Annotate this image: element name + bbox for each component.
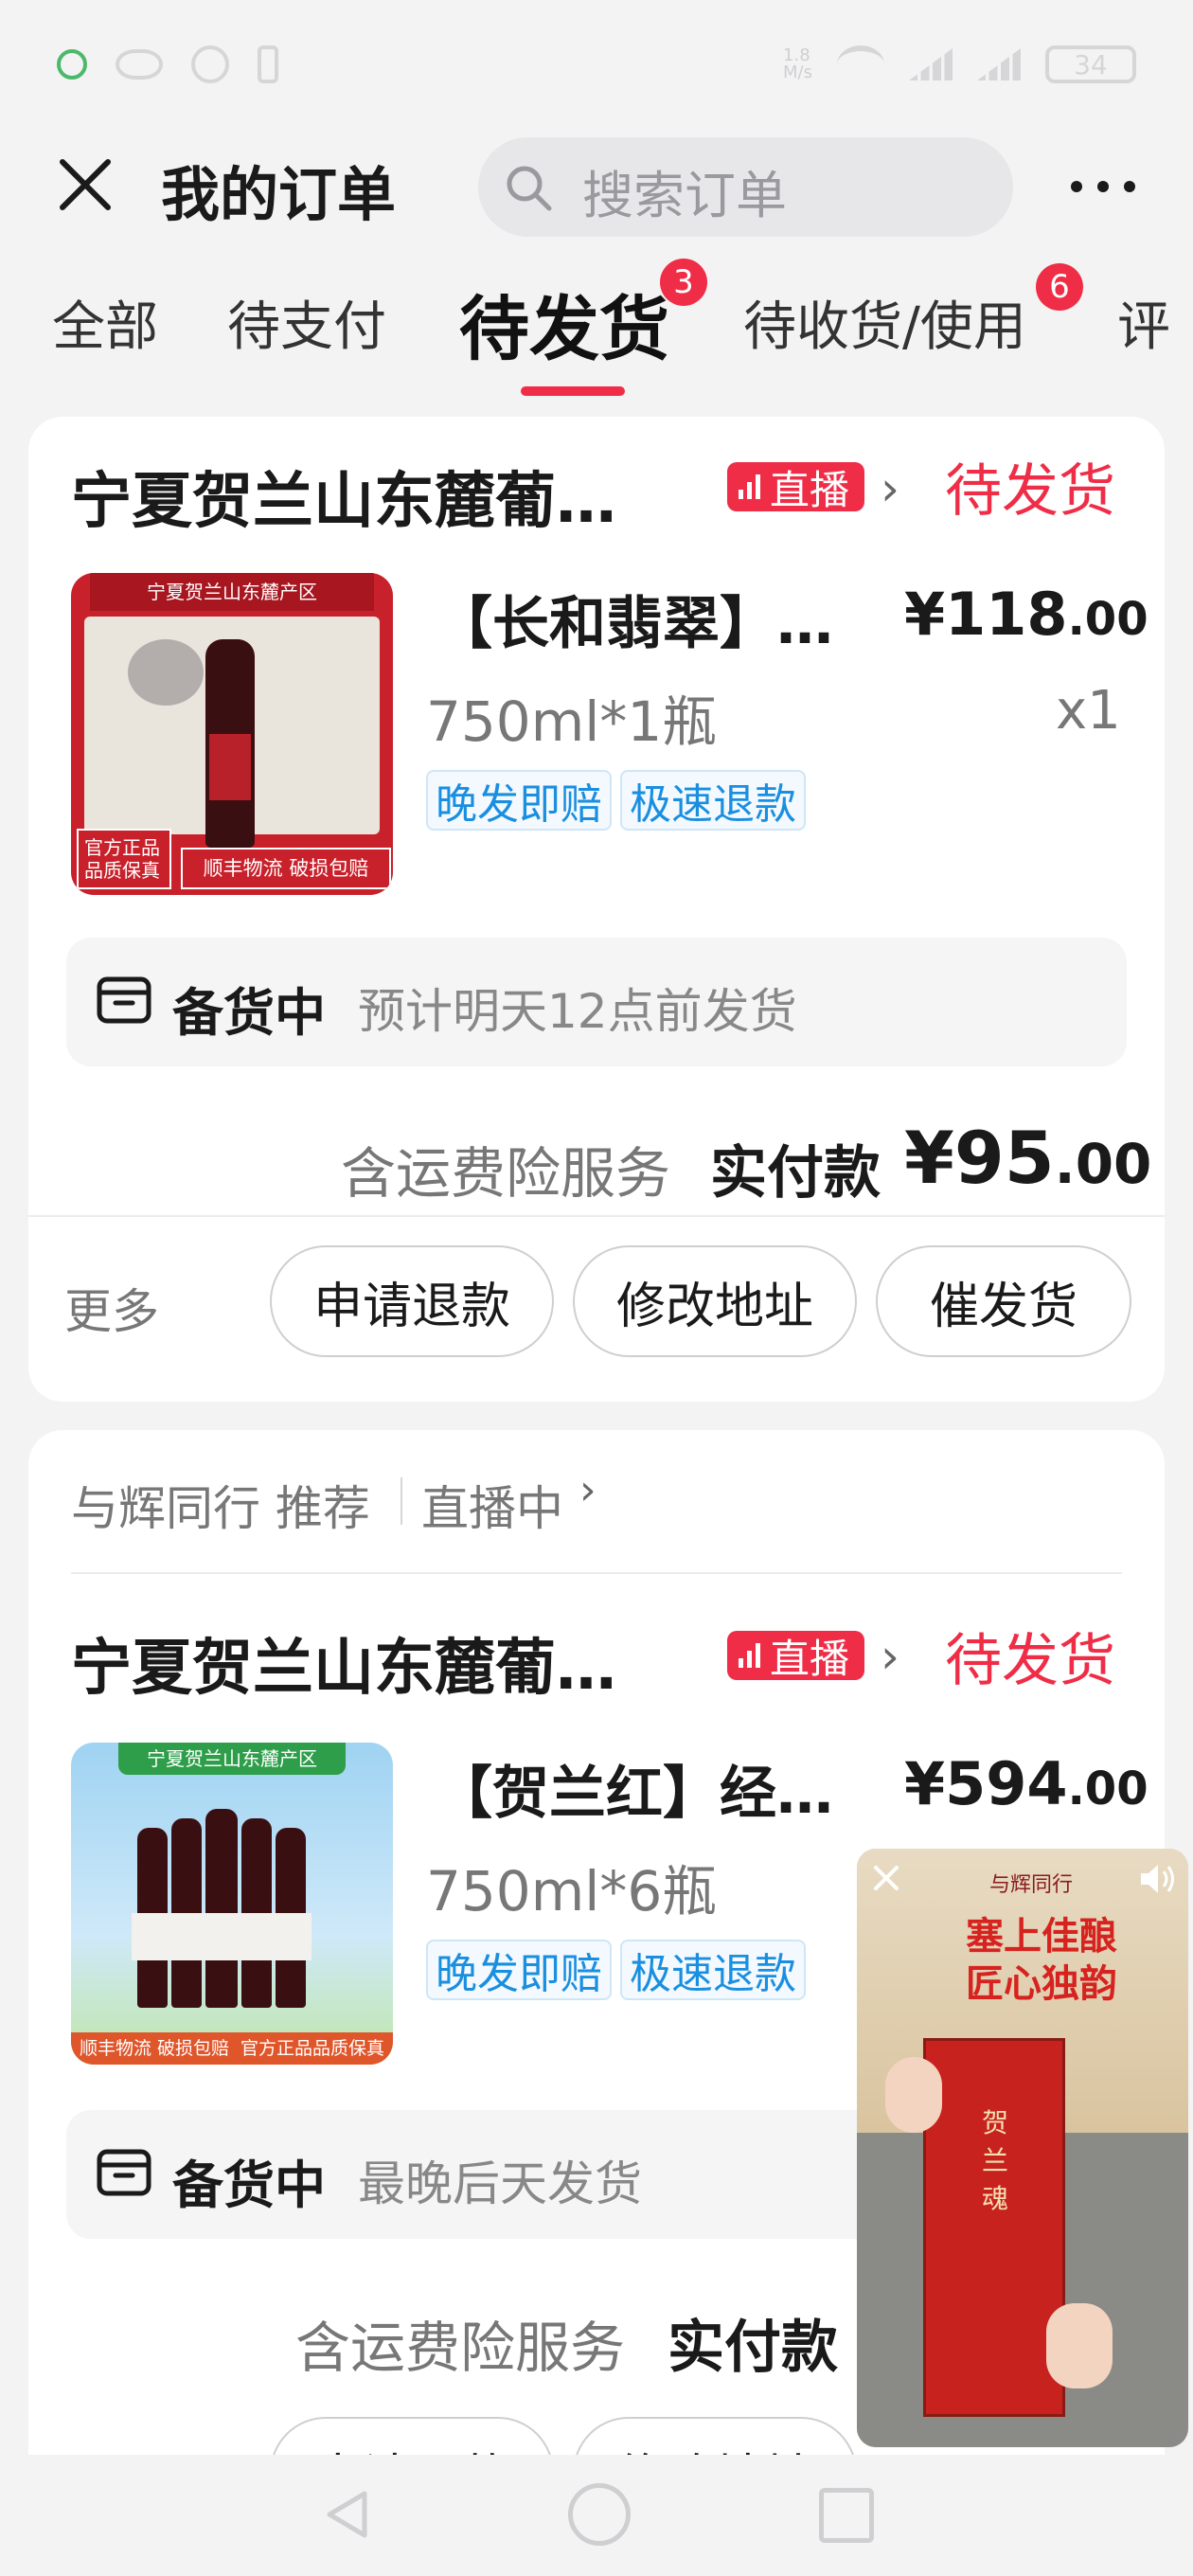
chevron-right-icon[interactable]: › [881,1629,899,1684]
thumb-banner: 宁夏贺兰山东麓产区 [90,573,374,611]
live-bars-icon [739,1643,760,1668]
tag-fast-refund: 极速退款 [620,770,806,831]
live-now-link[interactable]: 直播中 [421,1471,563,1539]
change-address-button[interactable]: 修改地址 [573,1245,857,1357]
order-status: 待发货 [945,1628,1115,1694]
floating-live-video[interactable]: 与辉同行 塞上佳酿 匠心独韵 贺 兰 魂 [857,1849,1188,2447]
product-price: ¥118.00 [904,580,1148,649]
divider [71,1572,1122,1574]
thumb-badge-shipping: 顺丰物流 破损包赔 [181,848,391,889]
tab-pending-receipt[interactable]: 待收货/使用 [743,284,1026,361]
status-icons-left [57,45,278,83]
separator [401,1477,402,1525]
wifi-icon [837,45,884,83]
video-top-text: 与辉同行 [989,1873,1074,1897]
paid-integer: ¥95 [904,1116,1055,1200]
price-integer: ¥118 [904,580,1068,649]
paid-amount: ¥95.00 [904,1116,1151,1200]
paid-label: 实付款 [668,2315,838,2381]
divider [28,1215,1165,1217]
tag-late-compensation: 晚发即赔 [426,770,612,831]
tab-all[interactable]: 全部 [52,284,158,361]
status-icons-right: 1.8 M/s 34 [783,45,1136,83]
tag-late-compensation: 晚发即赔 [426,1940,612,2000]
grape-decoration [128,639,204,706]
product-image[interactable]: 宁夏贺兰山东麓产区 顺丰物流 破损包赔 官方正品品质保真 [71,1743,393,2065]
store-name[interactable]: 宁夏贺兰山东麓葡… [71,1619,616,1707]
more-button[interactable]: 更多 [64,1274,159,1342]
tab-badge-pending-shipment: 3 [660,259,707,306]
order-status: 待发货 [945,458,1115,525]
tab-badge-pending-receipt: 6 [1036,263,1083,311]
thumb-banner: 宁夏贺兰山东麓产区 [118,1743,346,1775]
hand [1046,2303,1113,2388]
more-menu-icon[interactable] [1070,180,1136,193]
sync-icon [57,49,87,80]
stock-title: 备货中 [172,983,326,1043]
status-bar: 1.8 M/s 34 [0,0,1193,123]
stock-subtitle: 预计明天12点前发货 [358,984,797,1039]
back-icon[interactable] [322,2486,379,2543]
live-badge-label: 直播 [770,466,850,513]
stock-title: 备货中 [172,2156,326,2215]
signal-icon [909,48,953,80]
search-icon [507,166,552,211]
tab-pending-shipment[interactable]: 待发货 [459,273,669,374]
video-headline-2: 匠心独韵 [966,1962,1117,2006]
price-decimal: .00 [1067,1762,1148,1816]
close-icon[interactable] [870,1862,902,1894]
price-integer: ¥594 [904,1749,1068,1818]
tab-pending-payment[interactable]: 待支付 [227,284,386,361]
bluetooth-icon [258,45,278,83]
package-icon [97,976,151,1024]
recommend-source: 与辉同行 推荐 [71,1481,370,1536]
battery-icon: 34 [1045,45,1136,83]
product-name[interactable]: 【长和翡翠】… [436,578,833,660]
product-quantity: x1 [1056,680,1121,742]
page-title: 我的订单 [161,160,397,229]
close-icon[interactable] [57,156,114,213]
product-image[interactable]: 宁夏贺兰山东麓产区 官方正品 品质保真 顺丰物流 破损包赔 [71,573,393,895]
tab-review[interactable]: 评 [1117,284,1170,361]
home-icon[interactable] [568,2483,631,2546]
recent-apps-icon[interactable] [819,2488,874,2543]
product-spec: 750ml*6瓶 [426,1859,718,1923]
product-spec: 750ml*1瓶 [426,689,718,754]
gift-box [923,2038,1065,2417]
thumb-badge-official: 官方正品 品质保真 [77,829,171,889]
insurance-label: 含运费险服务 [295,2316,626,2380]
search-placeholder: 搜索订单 [582,166,787,225]
live-badge[interactable]: 直播 [727,1631,865,1682]
paid-decimal: .00 [1054,1132,1152,1196]
hand [885,2057,942,2133]
store-name[interactable]: 宁夏贺兰山东麓葡… [71,453,616,540]
product-price: ¥594.00 [904,1749,1148,1818]
price-decimal: .00 [1067,593,1148,646]
net-speed: 1.8 M/s [783,45,812,82]
eye-icon [116,49,163,80]
package-icon [97,2149,151,2196]
bottle-labels [132,1913,312,1960]
apply-refund-button[interactable]: 申请退款 [270,1245,554,1357]
live-badge[interactable]: 直播 [727,462,865,513]
urge-shipment-button[interactable]: 催发货 [876,1245,1131,1357]
product-name[interactable]: 【贺兰红】经… [436,1747,833,1830]
thumb-badge-bottom: 顺丰物流 破损包赔 官方正品品质保真 [71,2032,393,2065]
tag-fast-refund: 极速退款 [620,1940,806,2000]
signal-icon-2 [977,48,1021,80]
insurance-label: 含运费险服务 [341,1141,671,1206]
stock-subtitle: 最晚后天发货 [358,2156,642,2211]
live-badge-label: 直播 [770,1635,850,1682]
active-tab-indicator [521,386,625,396]
wine-bottle [205,1809,238,2008]
chevron-right-icon[interactable]: › [881,461,899,516]
gift-box-text: 贺 兰 魂 [982,2107,1009,2214]
paid-label: 实付款 [710,1140,881,1207]
live-bars-icon [739,474,760,499]
sound-icon[interactable] [1139,1862,1179,1896]
bottle-label [209,734,251,800]
chevron-right-icon[interactable]: › [579,1466,596,1514]
alarm-icon [191,45,229,83]
